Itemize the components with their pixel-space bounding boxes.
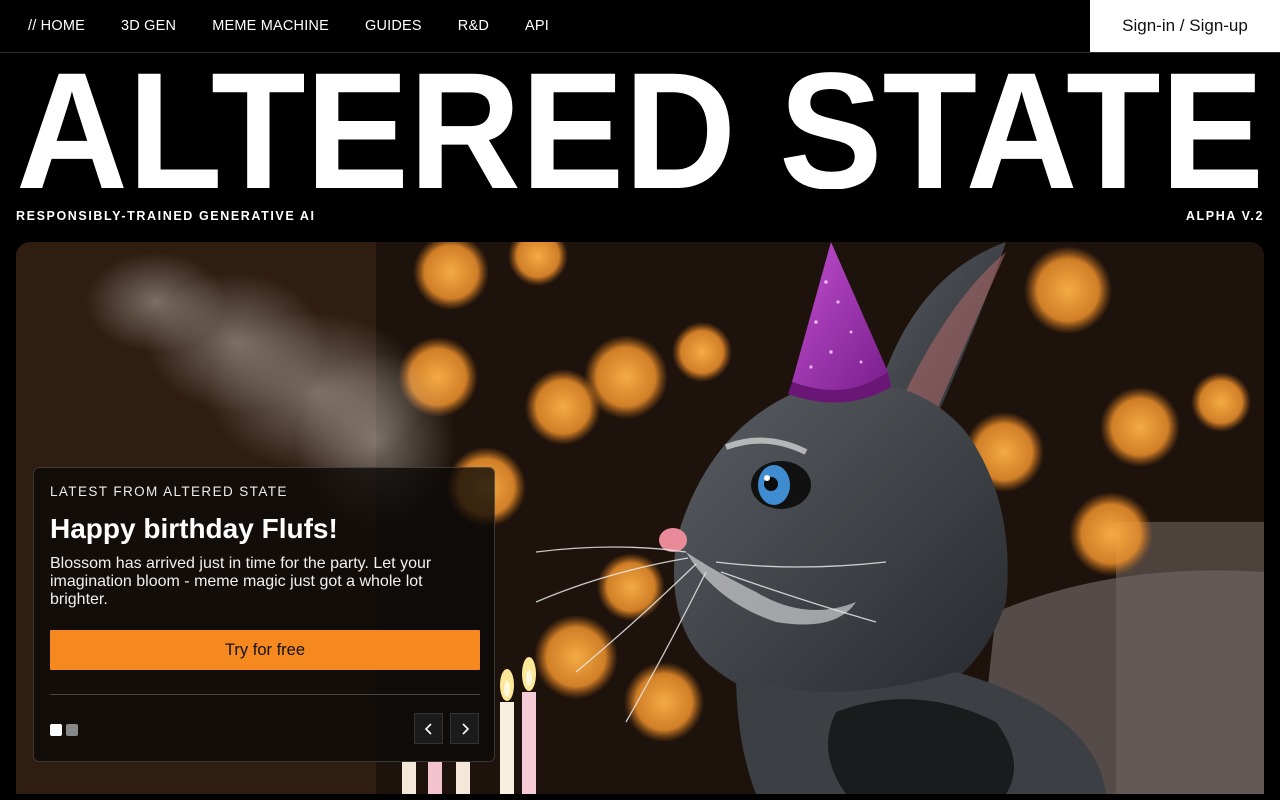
carousel-dots	[50, 724, 78, 736]
version-label: ALPHA V.2	[1185, 209, 1264, 223]
nav-links: // HOME 3D GEN MEME MACHINE GUIDES R&D A…	[0, 0, 585, 52]
nav-api-link[interactable]: API	[525, 18, 549, 34]
nav-3d-gen-link[interactable]: 3D GEN	[121, 18, 176, 34]
chevron-right-icon	[461, 722, 469, 735]
carousel-next-button[interactable]	[450, 713, 479, 744]
card-divider	[50, 694, 480, 695]
try-for-free-button[interactable]: Try for free	[50, 630, 480, 670]
brand-logo[interactable]: ALTERED STATE	[16, 69, 1264, 189]
card-eyebrow: LATEST FROM ALTERED STATE	[50, 484, 288, 499]
signin-button[interactable]: Sign-in / Sign-up	[1090, 0, 1280, 52]
card-title: Happy birthday Flufs!	[50, 513, 338, 544]
feature-card: LATEST FROM ALTERED STATE Happy birthday…	[33, 467, 495, 762]
nav-guides-link[interactable]: GUIDES	[365, 18, 422, 34]
chevron-left-icon	[424, 722, 432, 735]
nav-home-link[interactable]: // HOME	[28, 18, 85, 34]
nav-meme-machine-link[interactable]: MEME MACHINE	[212, 18, 329, 34]
carousel-prev-button[interactable]	[414, 713, 443, 744]
carousel-dot-1[interactable]	[50, 724, 62, 736]
brand-logo-text: ALTERED STATE	[16, 69, 1264, 189]
top-nav: // HOME 3D GEN MEME MACHINE GUIDES R&D A…	[0, 0, 1280, 53]
nav-rnd-link[interactable]: R&D	[458, 18, 489, 34]
carousel-dot-2[interactable]	[66, 724, 78, 736]
tagline: RESPONSIBLY-TRAINED GENERATIVE AI	[16, 209, 316, 223]
card-body: Blossom has arrived just in time for the…	[50, 555, 432, 608]
